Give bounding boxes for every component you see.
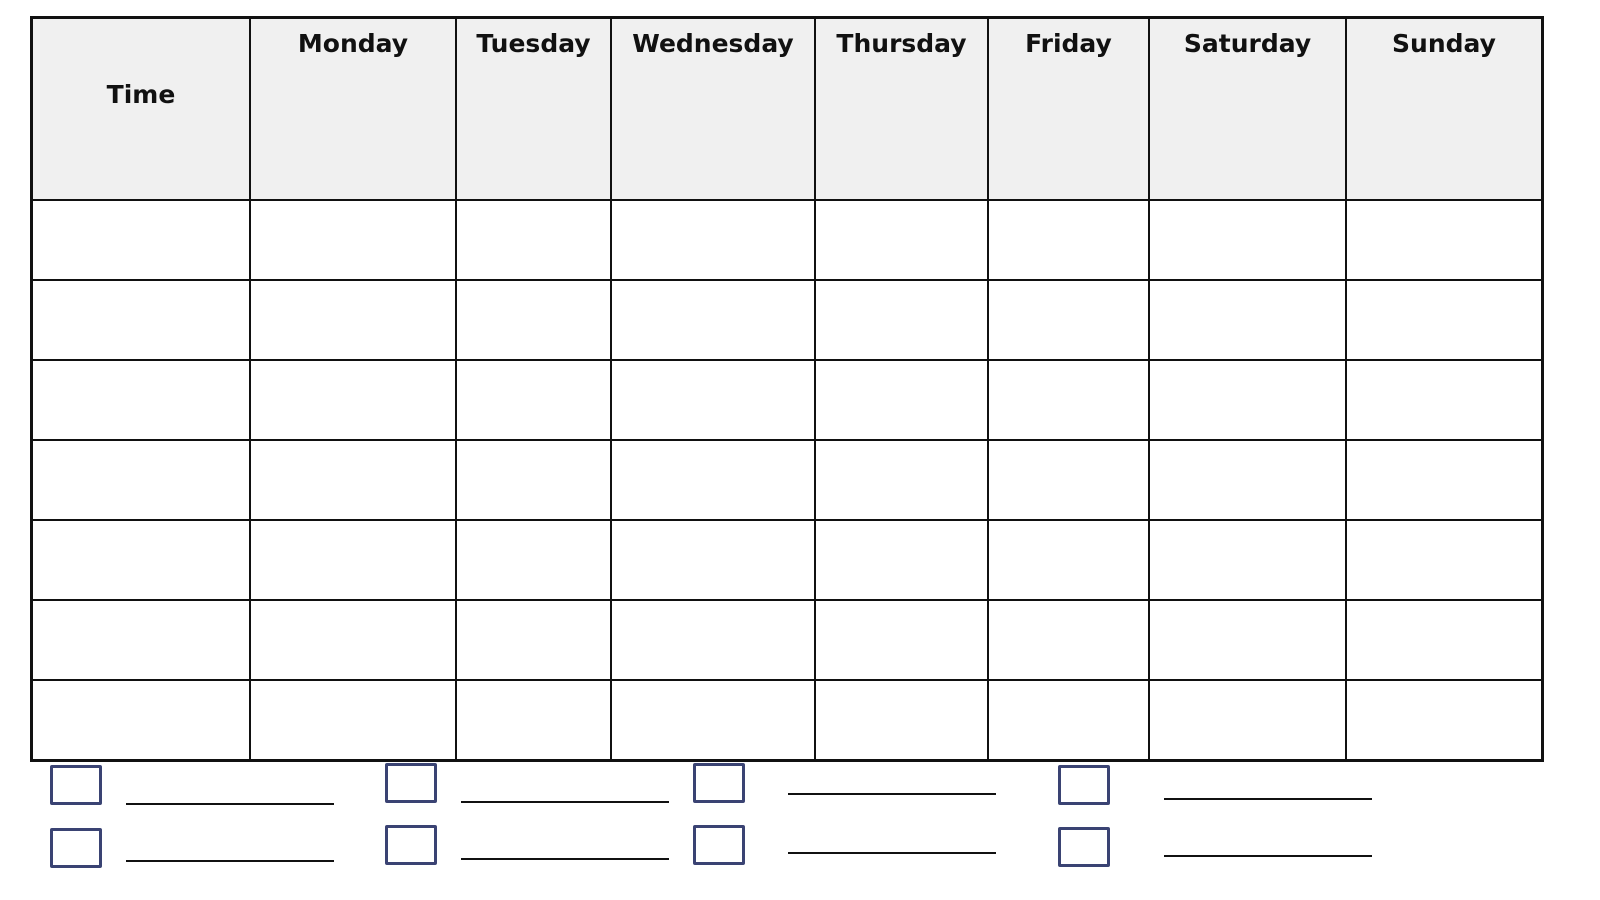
schedule-cell[interactable] bbox=[987, 599, 1150, 681]
schedule-cell[interactable] bbox=[249, 279, 457, 361]
schedule-row bbox=[30, 279, 1544, 361]
schedule-cell[interactable] bbox=[1345, 199, 1544, 281]
schedule-row bbox=[30, 359, 1544, 441]
schedule-cell[interactable] bbox=[249, 599, 457, 681]
schedule-cell[interactable] bbox=[610, 279, 816, 361]
schedule-row bbox=[30, 679, 1544, 762]
legend-color-box[interactable] bbox=[1058, 827, 1110, 867]
header-saturday: Saturday bbox=[1148, 16, 1347, 201]
legend-label-line[interactable] bbox=[126, 803, 334, 805]
legend-label-line[interactable] bbox=[1164, 855, 1372, 857]
schedule-cell[interactable] bbox=[610, 359, 816, 441]
schedule-cell[interactable] bbox=[1148, 679, 1347, 762]
schedule-cell[interactable] bbox=[987, 279, 1150, 361]
schedule-cell[interactable] bbox=[1148, 359, 1347, 441]
legend-label-line[interactable] bbox=[1164, 798, 1372, 800]
schedule-cell[interactable] bbox=[1345, 359, 1544, 441]
schedule-row bbox=[30, 439, 1544, 521]
schedule-body bbox=[30, 199, 1544, 762]
schedule-cell[interactable] bbox=[1345, 279, 1544, 361]
header-wednesday: Wednesday bbox=[610, 16, 816, 201]
time-cell[interactable] bbox=[30, 439, 251, 521]
schedule-cell[interactable] bbox=[455, 279, 612, 361]
schedule-cell[interactable] bbox=[249, 519, 457, 601]
legend-label-line[interactable] bbox=[461, 801, 669, 803]
time-cell[interactable] bbox=[30, 519, 251, 601]
schedule-cell[interactable] bbox=[987, 199, 1150, 281]
schedule-cell[interactable] bbox=[814, 199, 989, 281]
schedule-cell[interactable] bbox=[455, 599, 612, 681]
header-monday: Monday bbox=[249, 16, 457, 201]
header-row: Time Monday Tuesday Wednesday Thursday F… bbox=[30, 16, 1544, 201]
schedule-cell[interactable] bbox=[814, 279, 989, 361]
schedule-cell[interactable] bbox=[1345, 519, 1544, 601]
schedule-cell[interactable] bbox=[455, 439, 612, 521]
weekly-schedule-table: Time Monday Tuesday Wednesday Thursday F… bbox=[30, 16, 1544, 762]
schedule-cell[interactable] bbox=[610, 599, 816, 681]
schedule-cell[interactable] bbox=[1148, 279, 1347, 361]
schedule-row bbox=[30, 599, 1544, 681]
schedule-cell[interactable] bbox=[249, 359, 457, 441]
schedule-cell[interactable] bbox=[1148, 519, 1347, 601]
legend-color-box[interactable] bbox=[693, 825, 745, 865]
schedule-cell[interactable] bbox=[610, 519, 816, 601]
header-thursday: Thursday bbox=[814, 16, 989, 201]
legend-label-line[interactable] bbox=[788, 852, 996, 854]
header-friday: Friday bbox=[987, 16, 1150, 201]
legend-color-box[interactable] bbox=[1058, 765, 1110, 805]
schedule-cell[interactable] bbox=[249, 439, 457, 521]
legend-label-line[interactable] bbox=[126, 860, 334, 862]
legend-label-line[interactable] bbox=[788, 793, 996, 795]
schedule-cell[interactable] bbox=[610, 439, 816, 521]
schedule-cell[interactable] bbox=[814, 519, 989, 601]
legend-label-line[interactable] bbox=[461, 858, 669, 860]
schedule-cell[interactable] bbox=[455, 359, 612, 441]
schedule-cell[interactable] bbox=[249, 679, 457, 762]
legend-color-box[interactable] bbox=[385, 825, 437, 865]
schedule-cell[interactable] bbox=[814, 359, 989, 441]
schedule-cell[interactable] bbox=[987, 519, 1150, 601]
schedule-row bbox=[30, 199, 1544, 281]
schedule-cell[interactable] bbox=[1148, 439, 1347, 521]
header-time: Time bbox=[30, 16, 251, 201]
legend-color-box[interactable] bbox=[693, 763, 745, 803]
schedule-cell[interactable] bbox=[610, 679, 816, 762]
header-sunday: Sunday bbox=[1345, 16, 1544, 201]
schedule-cell[interactable] bbox=[814, 599, 989, 681]
time-cell[interactable] bbox=[30, 599, 251, 681]
schedule-cell[interactable] bbox=[455, 199, 612, 281]
schedule-cell[interactable] bbox=[455, 519, 612, 601]
schedule-cell[interactable] bbox=[1148, 199, 1347, 281]
schedule-cell[interactable] bbox=[987, 679, 1150, 762]
schedule-cell[interactable] bbox=[1345, 439, 1544, 521]
schedule-cell[interactable] bbox=[1345, 679, 1544, 762]
schedule-cell[interactable] bbox=[987, 439, 1150, 521]
time-cell[interactable] bbox=[30, 279, 251, 361]
header-tuesday: Tuesday bbox=[455, 16, 612, 201]
legend-color-box[interactable] bbox=[50, 765, 102, 805]
schedule-cell[interactable] bbox=[814, 679, 989, 762]
schedule-row bbox=[30, 519, 1544, 601]
time-cell[interactable] bbox=[30, 679, 251, 762]
schedule-cell[interactable] bbox=[455, 679, 612, 762]
schedule-cell[interactable] bbox=[987, 359, 1150, 441]
schedule-cell[interactable] bbox=[814, 439, 989, 521]
time-cell[interactable] bbox=[30, 359, 251, 441]
schedule-cell[interactable] bbox=[1345, 599, 1544, 681]
schedule-cell[interactable] bbox=[249, 199, 457, 281]
time-cell[interactable] bbox=[30, 199, 251, 281]
schedule-cell[interactable] bbox=[610, 199, 816, 281]
schedule-cell[interactable] bbox=[1148, 599, 1347, 681]
legend-color-box[interactable] bbox=[385, 763, 437, 803]
legend-color-box[interactable] bbox=[50, 828, 102, 868]
